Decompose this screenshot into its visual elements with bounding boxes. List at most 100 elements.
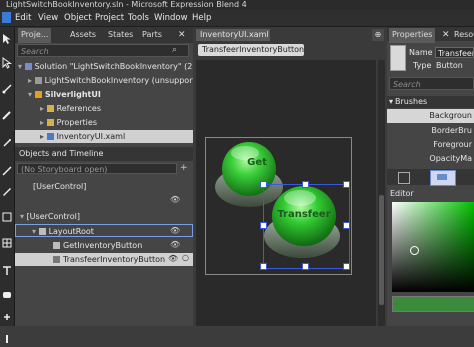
- brush-tool-icon[interactable]: [1, 165, 13, 177]
- visibility-eye-icon[interactable]: 👁: [170, 240, 180, 249]
- canvas-scroll-thumb[interactable]: [379, 195, 384, 305]
- app-logo-icon: [2, 12, 11, 23]
- color-picker[interactable]: [392, 202, 474, 292]
- expand-arrow-icon[interactable]: ▸: [28, 76, 32, 85]
- more-tools-icon[interactable]: [1, 333, 13, 345]
- menu-help[interactable]: Help: [192, 13, 211, 23]
- tree-references[interactable]: ▸ References: [15, 102, 193, 115]
- brush-borderbrush[interactable]: BorderBru: [387, 124, 474, 138]
- tree-label: LightSwitchBookInventory (unsupported p: [44, 76, 193, 85]
- object-transfeerinventorybutton[interactable]: TransfeerInventoryButton: [15, 253, 193, 266]
- resize-handle[interactable]: [343, 263, 350, 270]
- storyboard-selector[interactable]: (No Storyboard open): [17, 163, 177, 174]
- menu-bar: Edit View Object Project Tools Window He…: [0, 10, 474, 27]
- object-usercontrol-root[interactable]: [UserControl]: [15, 180, 193, 193]
- menu-tools[interactable]: Tools: [128, 13, 149, 23]
- tab-assets[interactable]: Assets: [70, 30, 96, 39]
- brush-opacitymask[interactable]: OpacityMa: [387, 152, 474, 166]
- editor-label: Editor: [390, 189, 414, 198]
- tab-properties[interactable]: Properties: [389, 28, 436, 43]
- selection-tool-icon[interactable]: [1, 33, 13, 45]
- expand-arrow-icon[interactable]: ▸: [40, 118, 44, 127]
- menu-project[interactable]: Project: [95, 13, 124, 23]
- object-label: [UserControl]: [33, 182, 87, 191]
- window-title: LightSwitchBookInventory.sln - Microsoft…: [6, 0, 247, 9]
- name-field[interactable]: TransfeerI: [435, 47, 474, 58]
- grid-icon: [38, 228, 46, 235]
- expand-arrow-icon[interactable]: ▸: [40, 104, 44, 113]
- text-tool-icon[interactable]: [1, 265, 13, 277]
- zoom-tool-icon[interactable]: [1, 109, 13, 121]
- object-getinventorybutton[interactable]: GetInventoryButton: [15, 239, 193, 252]
- collapse-arrow-icon[interactable]: ▾: [32, 227, 36, 236]
- brush-background[interactable]: Backgroun: [387, 109, 474, 123]
- expand-arrow-icon[interactable]: ▸: [40, 132, 44, 141]
- visibility-eye-icon[interactable]: 👁: [168, 254, 178, 263]
- tree-properties[interactable]: ▸ Properties: [15, 116, 193, 129]
- pin-icon[interactable]: ⊕: [372, 29, 384, 41]
- resize-handle[interactable]: [260, 222, 267, 229]
- add-storyboard-icon[interactable]: +: [180, 163, 188, 173]
- tree-label: SilverlightUI: [44, 90, 101, 99]
- tree-project-silverlight[interactable]: ▾ SilverlightUI: [15, 88, 193, 101]
- grid-tool-icon[interactable]: [1, 237, 13, 249]
- assets-tool-icon[interactable]: [1, 311, 13, 323]
- resize-handle[interactable]: [260, 263, 267, 270]
- pan-tool-icon[interactable]: [1, 83, 13, 95]
- tab-states[interactable]: States: [108, 30, 133, 39]
- color-picker-handle[interactable]: [410, 246, 419, 255]
- button-tool-icon[interactable]: [1, 289, 13, 301]
- pen-tool-icon[interactable]: [1, 137, 13, 149]
- resize-handle[interactable]: [302, 181, 309, 188]
- close-panel-icon[interactable]: ✕: [178, 30, 186, 40]
- rectangle-tool-icon[interactable]: [1, 211, 13, 223]
- tree-label: Properties: [56, 118, 97, 127]
- properties-search-input[interactable]: Search: [389, 77, 474, 90]
- object-label: TransfeerInventoryButton: [63, 255, 166, 264]
- visibility-eye-icon[interactable]: 👁: [170, 226, 180, 235]
- properties-tab-bar: Properties ✕ Resou: [387, 27, 474, 43]
- resize-handle[interactable]: [343, 181, 350, 188]
- collapse-arrow-icon[interactable]: ▾: [28, 90, 32, 99]
- menu-edit[interactable]: Edit: [15, 13, 31, 23]
- object-usercontrol[interactable]: ▾ [UserControl]: [15, 210, 193, 223]
- brush-foreground[interactable]: Foregrour: [387, 138, 474, 152]
- no-brush-icon[interactable]: [398, 172, 410, 184]
- tab-resources[interactable]: Resou: [454, 30, 474, 39]
- selection-adorner[interactable]: [263, 184, 350, 269]
- brushes-title: Brushes: [395, 97, 428, 106]
- close-panel-icon[interactable]: ✕: [442, 30, 450, 40]
- menu-view[interactable]: View: [38, 13, 58, 23]
- menu-object[interactable]: Object: [64, 13, 92, 23]
- tree-solution[interactable]: ▾ Solution "LightSwitchBookInventory" (2…: [15, 60, 193, 73]
- brushes-section-header[interactable]: ▾ Brushes: [387, 96, 474, 108]
- direct-selection-tool-icon[interactable]: [1, 57, 13, 69]
- menu-window[interactable]: Window: [154, 13, 188, 23]
- visibility-eye-icon[interactable]: 👁: [170, 195, 180, 204]
- project-search-input[interactable]: Search: [17, 44, 189, 57]
- solid-brush-icon[interactable]: [430, 170, 456, 186]
- object-layoutroot[interactable]: ▾ LayoutRoot: [15, 224, 193, 237]
- tab-parts[interactable]: Parts: [142, 30, 162, 39]
- solution-icon: [24, 63, 32, 70]
- resize-handle[interactable]: [260, 181, 267, 188]
- breadcrumb-label: TransfeerInventoryButton: [202, 45, 305, 54]
- breadcrumb[interactable]: TransfeerInventoryButton ▾: [198, 44, 305, 66]
- folder-icon: [46, 105, 54, 112]
- collapse-arrow-icon: ▾: [389, 97, 394, 106]
- type-value: Button: [436, 61, 463, 70]
- tree-inventoryui-xaml[interactable]: ▸ InventoryUI.xaml: [15, 130, 193, 143]
- objects-timeline-title: Objects and Timeline: [19, 149, 104, 158]
- object-label: GetInventoryButton: [63, 241, 143, 250]
- tab-projects[interactable]: Proje...: [18, 28, 52, 43]
- resize-handle[interactable]: [302, 263, 309, 270]
- tree-project-lightswitch[interactable]: ▸ LightSwitchBookInventory (unsupported …: [15, 74, 193, 87]
- paint-bucket-tool-icon[interactable]: [1, 185, 13, 197]
- document-tab[interactable]: InventoryUI.xaml: [196, 29, 270, 41]
- search-icon: ⌕: [172, 45, 178, 55]
- collapse-arrow-icon[interactable]: ▾: [18, 62, 22, 71]
- resize-handle[interactable]: [343, 222, 350, 229]
- lock-circle-icon[interactable]: ○: [182, 253, 189, 262]
- project-icon: [34, 91, 42, 98]
- collapse-arrow-icon[interactable]: ▾: [20, 212, 24, 221]
